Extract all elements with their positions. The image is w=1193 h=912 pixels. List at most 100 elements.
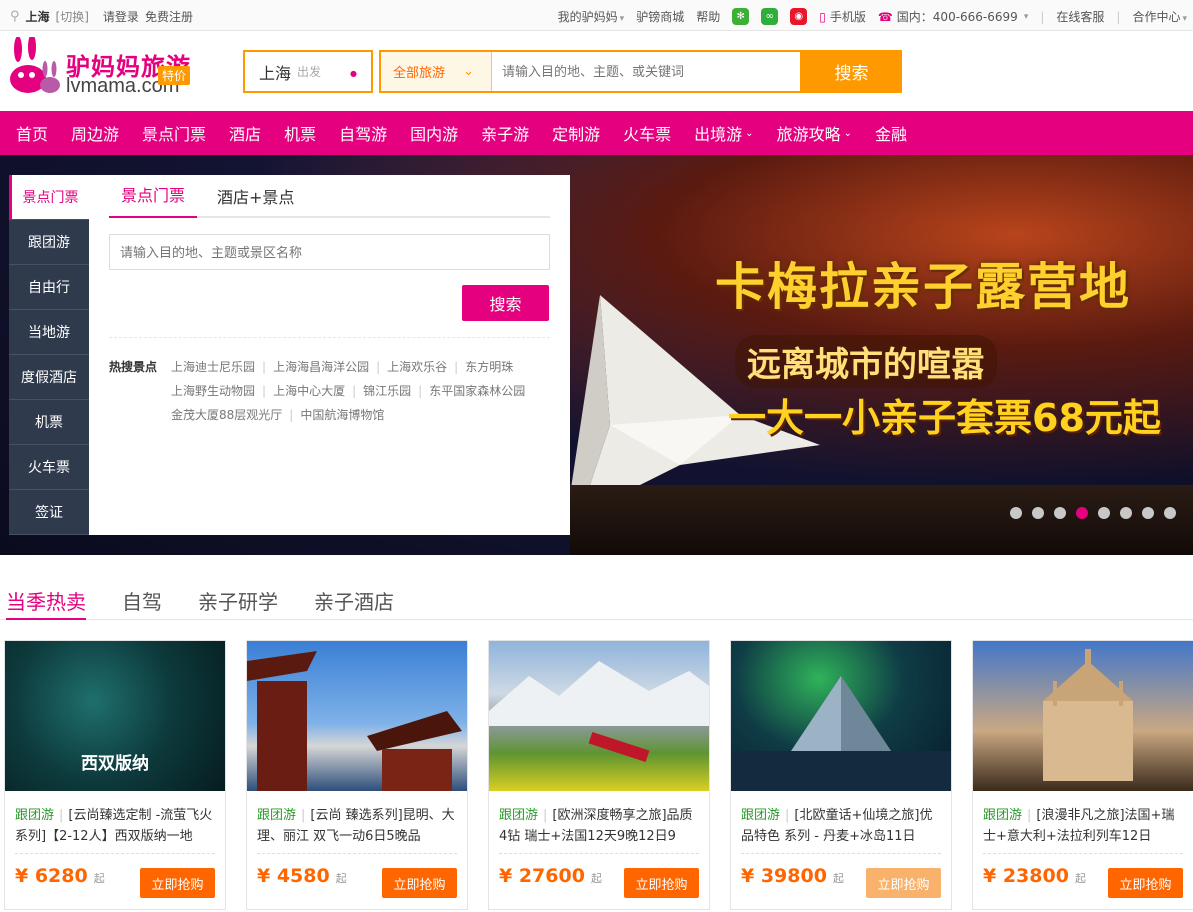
- nav-selfdrive[interactable]: 自驾游: [339, 121, 387, 145]
- partner-menu[interactable]: 合作中心 ▾: [1132, 8, 1187, 25]
- slide-dot[interactable]: [1142, 507, 1154, 519]
- chevron-down-icon: ⌄: [843, 127, 852, 139]
- slide-indicators: [1010, 507, 1176, 519]
- nav-tickets[interactable]: 景点门票: [142, 121, 206, 145]
- slide-dot[interactable]: [1010, 507, 1022, 519]
- nav-flight[interactable]: 机票: [284, 121, 316, 145]
- product-card[interactable]: 西双版纳 跟团游 | [云尚臻选定制 -流萤飞火系列]【2-12人】西双版纳一地 ¥…: [4, 640, 226, 910]
- scenic-search-input[interactable]: [109, 234, 550, 270]
- tab-tickets[interactable]: 景点门票: [109, 182, 198, 218]
- buy-now-button[interactable]: 立即抢购: [1108, 868, 1183, 898]
- tab-selfdrive[interactable]: 自驾: [122, 578, 162, 619]
- side-item-free-travel[interactable]: 自由行: [9, 265, 89, 310]
- banner-headline: 卡梅拉亲子露营地: [715, 258, 1131, 316]
- slide-dot[interactable]: [1164, 507, 1176, 519]
- main-search-button[interactable]: 搜索: [801, 50, 902, 93]
- slide-dot[interactable]: [1032, 507, 1044, 519]
- side-item-train[interactable]: 火车票: [9, 445, 89, 490]
- hot-spot-link[interactable]: 上海海昌海洋公园: [273, 360, 369, 374]
- side-item-visa[interactable]: 签证: [9, 490, 89, 535]
- banner-offer: 一大一小亲子套票68元起: [728, 396, 1161, 440]
- product-title[interactable]: 跟团游 | [云尚 臻选系列]昆明、大理、丽江 双飞一动6日5晚品: [247, 791, 467, 851]
- nav-guide[interactable]: 旅游攻略 ⌄: [777, 121, 852, 145]
- nav-custom[interactable]: 定制游: [552, 121, 600, 145]
- wechat-icon[interactable]: ✻: [732, 8, 750, 25]
- tab-hotel-scenic[interactable]: 酒店+景点: [205, 184, 306, 218]
- product-image[interactable]: [247, 641, 467, 791]
- hot-spot-link[interactable]: 东方明珠: [465, 360, 513, 374]
- help-link[interactable]: 帮助: [696, 8, 720, 25]
- side-item-flight[interactable]: 机票: [9, 400, 89, 445]
- buy-now-button[interactable]: 立即抢购: [382, 868, 457, 898]
- product-price: ¥ 27600: [499, 864, 585, 887]
- donkey-logo-icon: [10, 37, 60, 93]
- search-category-select[interactable]: 全部旅游 ⌄: [381, 52, 492, 91]
- buy-now-button[interactable]: 立即抢购: [624, 868, 699, 898]
- top-links: 我的驴妈妈 ▾ 驴镑商城 帮助 ✻ ∞ ◉ ▯ 手机版 ☎ 国内：400-666-66…: [557, 8, 1187, 25]
- slide-dot-active[interactable]: [1076, 507, 1088, 519]
- hot-spot-link[interactable]: 中国航海博物馆: [300, 408, 384, 422]
- weibo-icon[interactable]: ◉: [790, 8, 808, 25]
- hot-spot-link[interactable]: 上海迪士尼乐园: [171, 360, 255, 374]
- slide-dot[interactable]: [1098, 507, 1110, 519]
- telephone-icon: ☎: [877, 9, 893, 24]
- chevron-down-icon: ⌄: [745, 127, 754, 139]
- register-link[interactable]: 免费注册: [145, 8, 193, 25]
- nav-home[interactable]: 首页: [16, 121, 48, 145]
- slide-dot[interactable]: [1054, 507, 1066, 519]
- tab-season-hot[interactable]: 当季热卖: [6, 578, 86, 620]
- product-image[interactable]: [731, 641, 951, 791]
- product-card[interactable]: 跟团游 | [云尚 臻选系列]昆明、大理、丽江 双飞一动6日5晚品 ¥ 4580 起 …: [246, 640, 468, 910]
- alps-train-image: [489, 661, 709, 762]
- side-item-resort[interactable]: 度假酒店: [9, 355, 89, 400]
- slide-dot[interactable]: [1120, 507, 1132, 519]
- nav-family[interactable]: 亲子游: [481, 121, 529, 145]
- side-item-local[interactable]: 当地游: [9, 310, 89, 355]
- main-search-input[interactable]: [492, 52, 800, 91]
- product-card[interactable]: 跟团游 | [欧洲深度畅享之旅]品质4钻 瑞士+法国12天9晚12日9 ¥ 2760…: [488, 640, 710, 910]
- product-image[interactable]: [973, 641, 1193, 791]
- nav-nearby[interactable]: 周边游: [71, 121, 119, 145]
- nav-finance[interactable]: 金融: [875, 121, 907, 145]
- product-title[interactable]: 跟团游 | [云尚臻选定制 -流萤飞火系列]【2-12人】西双版纳一地: [5, 791, 225, 851]
- mall-link[interactable]: 驴镑商城: [636, 8, 684, 25]
- hot-spot-link[interactable]: 上海中心大厦: [273, 384, 345, 398]
- hot-spot-link[interactable]: 上海欢乐谷: [387, 360, 447, 374]
- nav-train[interactable]: 火车票: [623, 121, 671, 145]
- product-price: ¥ 23800: [983, 864, 1069, 887]
- nav-hotel[interactable]: 酒店: [229, 121, 261, 145]
- product-card[interactable]: 跟团游 | [浪漫非凡之旅]法国+瑞士+意大利+法拉利列车12日 ¥ 23800 起 …: [972, 640, 1193, 910]
- location-area: ⚲ 上海 [切换] 请登录 免费注册: [10, 8, 193, 25]
- product-title[interactable]: 跟团游 | [欧洲深度畅享之旅]品质4钻 瑞士+法国12天9晚12日9: [489, 791, 709, 851]
- product-image[interactable]: [489, 641, 709, 791]
- switch-city-link[interactable]: [切换]: [56, 8, 89, 25]
- departure-city-select[interactable]: 上海 出发 ●: [243, 50, 373, 93]
- price-row: ¥ 6280 起 立即抢购: [15, 853, 215, 898]
- my-lvmama-menu[interactable]: 我的驴妈妈 ▾: [558, 8, 625, 25]
- buy-now-button[interactable]: 立即抢购: [866, 868, 941, 898]
- main-nav: 首页 周边游 景点门票 酒店 机票 自驾游 国内游 亲子游 定制游 火车票 出境…: [0, 111, 1193, 155]
- buy-now-button[interactable]: 立即抢购: [140, 868, 215, 898]
- nav-domestic[interactable]: 国内游: [410, 121, 458, 145]
- side-item-group-tour[interactable]: 跟团游: [9, 220, 89, 265]
- feixin-icon[interactable]: ∞: [761, 8, 779, 25]
- cathedral-image: [1043, 649, 1133, 781]
- mobile-link[interactable]: ▯ 手机版: [819, 8, 866, 25]
- product-card[interactable]: 跟团游 | [北欧童话+仙境之旅]优品特色 系列 - 丹麦+冰岛11日 ¥ 3980…: [730, 640, 952, 910]
- hot-spot-link[interactable]: 金茂大厦88层观光厅: [171, 408, 282, 422]
- product-image[interactable]: 西双版纳: [5, 641, 225, 791]
- hot-spot-link[interactable]: 东平国家森林公园: [429, 384, 525, 398]
- nav-outbound[interactable]: 出境游 ⌄: [694, 121, 753, 145]
- login-link[interactable]: 请登录: [103, 8, 139, 25]
- side-item-tickets[interactable]: 景点门票: [9, 175, 89, 220]
- price-row: ¥ 4580 起 立即抢购: [257, 853, 457, 898]
- online-service-link[interactable]: 在线客服: [1056, 8, 1104, 25]
- tab-family-hotel[interactable]: 亲子酒店: [314, 578, 394, 619]
- hot-spot-link[interactable]: 上海野生动物园: [171, 384, 255, 398]
- scenic-search-button[interactable]: 搜索: [462, 285, 549, 321]
- divider: [109, 337, 550, 338]
- hot-spot-link[interactable]: 锦江乐园: [363, 384, 411, 398]
- tab-study-tour[interactable]: 亲子研学: [198, 578, 278, 619]
- product-title[interactable]: 跟团游 | [北欧童话+仙境之旅]优品特色 系列 - 丹麦+冰岛11日: [731, 791, 951, 851]
- product-title[interactable]: 跟团游 | [浪漫非凡之旅]法国+瑞士+意大利+法拉利列车12日: [973, 791, 1193, 851]
